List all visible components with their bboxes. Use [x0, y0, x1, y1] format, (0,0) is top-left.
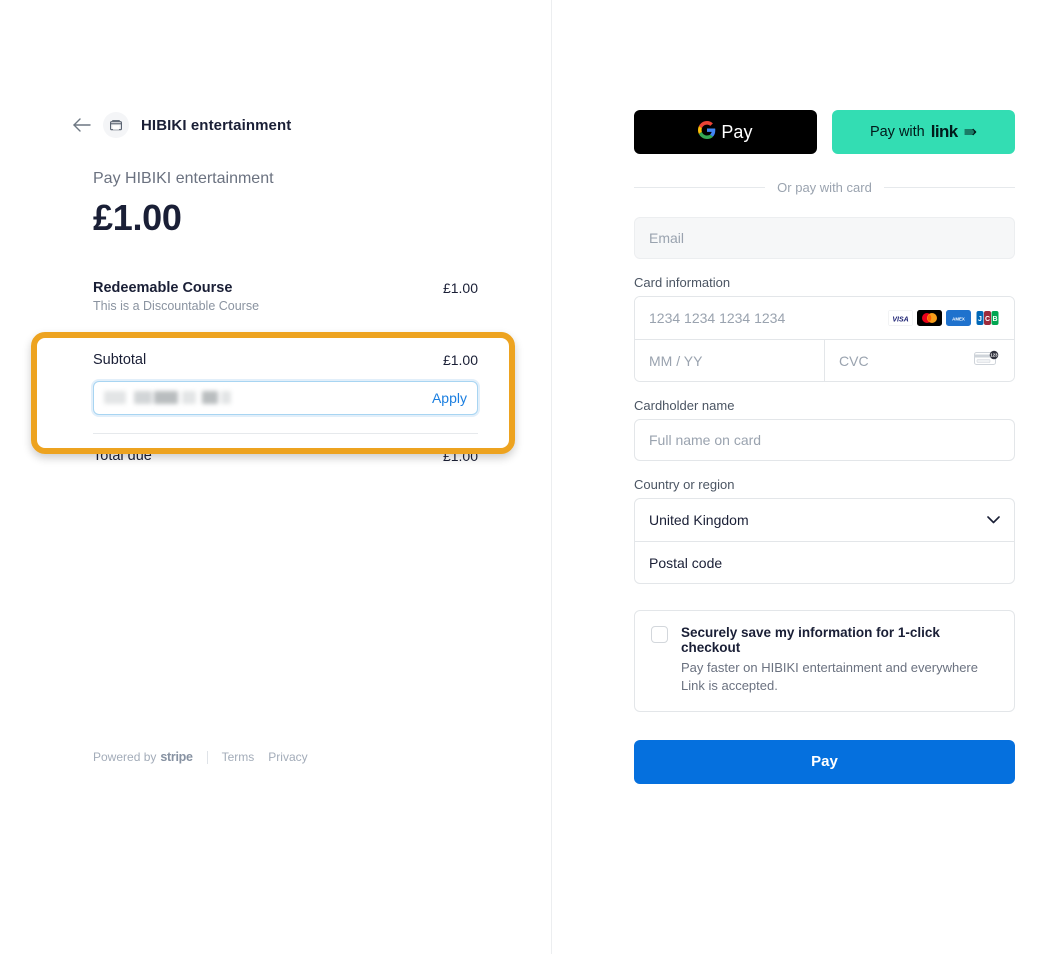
merchant-name: HIBIKI entertainment: [141, 116, 292, 134]
mastercard-icon: [917, 310, 942, 326]
card-information-group: 1234 1234 1234 1234 VISA AMEX J C B MM /…: [634, 296, 1015, 382]
footer-divider: [206, 750, 208, 764]
svg-text:AMEX: AMEX: [952, 317, 965, 322]
svg-text:J: J: [978, 316, 982, 323]
card-number-field[interactable]: 1234 1234 1234 1234 VISA AMEX J C B: [635, 297, 1014, 339]
svg-text:VISA: VISA: [892, 316, 908, 323]
divider-2: [93, 433, 478, 434]
pay-with-link-button[interactable]: Pay with link ⇛: [832, 110, 1015, 154]
subtotal-row: Subtotal £1.00: [93, 352, 478, 368]
card-cvc-field[interactable]: CVC 123: [824, 339, 1014, 381]
card-cvc-placeholder: CVC: [839, 352, 869, 369]
divider-text: Or pay with card: [777, 180, 872, 195]
card-brand-icons: VISA AMEX J C B: [888, 310, 1000, 326]
subtotal-value: £1.00: [442, 352, 478, 368]
subtotal-label: Subtotal: [93, 352, 147, 368]
google-g-icon: [698, 120, 716, 144]
promo-code-value-redacted: [102, 390, 422, 406]
pay-to-label: Pay HIBIKI entertainment: [93, 170, 274, 187]
save-information-checkbox[interactable]: [651, 626, 668, 643]
payment-form-panel: Pay Pay with link ⇛ Or pay with card Ema…: [552, 0, 1040, 954]
card-expiry-field[interactable]: MM / YY: [635, 340, 824, 382]
storefront-icon: [103, 112, 129, 138]
svg-text:B: B: [992, 316, 997, 323]
divider: [93, 333, 478, 334]
card-expiry-cvc-row: MM / YY CVC 123: [635, 339, 1014, 381]
email-placeholder: Email: [649, 230, 685, 246]
total-due-label: Total due: [93, 448, 152, 464]
line-item: Redeemable Course This is a Discountable…: [93, 280, 478, 313]
line-item-name: Redeemable Course: [93, 280, 233, 296]
total-due-value: £1.00: [442, 448, 478, 464]
total-amount: £1.00: [93, 197, 182, 238]
footer: Powered by stripe Terms Privacy: [93, 750, 308, 764]
pay-with-link-prefix: Pay with: [869, 124, 925, 140]
stripe-wordmark: stripe: [160, 750, 193, 764]
merchant-header: HIBIKI entertainment: [73, 112, 291, 138]
country-or-region-label: Country or region: [634, 477, 735, 492]
visa-icon: VISA: [888, 310, 913, 326]
google-pay-button[interactable]: Pay: [634, 110, 817, 154]
postal-code-placeholder: Postal code: [649, 554, 723, 571]
chevron-down-icon: [987, 513, 1000, 527]
divider-line-left: [634, 187, 766, 188]
terms-link[interactable]: Terms: [222, 750, 255, 764]
postal-code-field[interactable]: Postal code: [635, 541, 1014, 583]
line-item-description: This is a Discountable Course: [93, 299, 260, 313]
privacy-link[interactable]: Privacy: [268, 750, 307, 764]
cardholder-name-field[interactable]: Full name on card: [634, 419, 1015, 461]
line-items: Redeemable Course This is a Discountable…: [93, 280, 478, 464]
cardholder-name-label: Cardholder name: [634, 398, 735, 413]
save-information-title: Securely save my information for 1-click…: [681, 625, 940, 655]
card-information-label: Card information: [634, 275, 731, 290]
email-field[interactable]: Email: [634, 217, 1015, 259]
google-pay-label: Pay: [721, 121, 753, 142]
country-select[interactable]: United Kingdom: [635, 499, 1014, 541]
powered-by-text: Powered by: [93, 750, 157, 764]
order-summary-panel: HIBIKI entertainment Pay HIBIKI entertai…: [0, 0, 552, 954]
powered-by-stripe[interactable]: Powered by stripe: [93, 750, 193, 764]
or-pay-with-card-divider: Or pay with card: [634, 180, 1015, 195]
card-number-placeholder: 1234 1234 1234 1234: [649, 310, 786, 326]
save-information-box[interactable]: Securely save my information for 1-click…: [634, 610, 1015, 712]
cardholder-name-placeholder: Full name on card: [649, 432, 762, 448]
stripe-checkout-page: HIBIKI entertainment Pay HIBIKI entertai…: [0, 0, 1040, 954]
back-arrow-icon[interactable]: [73, 116, 91, 134]
apply-promo-button[interactable]: Apply: [422, 390, 467, 406]
arrow-right-double-icon: ⇛: [963, 124, 978, 141]
card-expiry-placeholder: MM / YY: [649, 352, 703, 369]
divider-line-right: [883, 187, 1015, 188]
save-information-subtitle: Pay faster on HIBIKI entertainment and e…: [681, 660, 978, 694]
country-selected-value: United Kingdom: [649, 512, 749, 528]
link-wordmark: link: [930, 122, 958, 141]
promo-code-input[interactable]: Apply: [93, 381, 478, 415]
line-item-price: £1.00: [442, 280, 478, 296]
amex-icon: AMEX: [946, 310, 971, 326]
pay-button[interactable]: Pay: [634, 739, 1015, 784]
wallet-buttons: Pay Pay with link ⇛: [634, 110, 1015, 154]
card-back-cvc-icon: 123: [974, 350, 1000, 372]
country-group: United Kingdom Postal code: [634, 498, 1015, 584]
jcb-icon: J C B: [975, 310, 1000, 326]
svg-text:C: C: [985, 316, 990, 323]
svg-text:123: 123: [990, 352, 998, 357]
total-due-row: Total due £1.00: [93, 448, 478, 464]
